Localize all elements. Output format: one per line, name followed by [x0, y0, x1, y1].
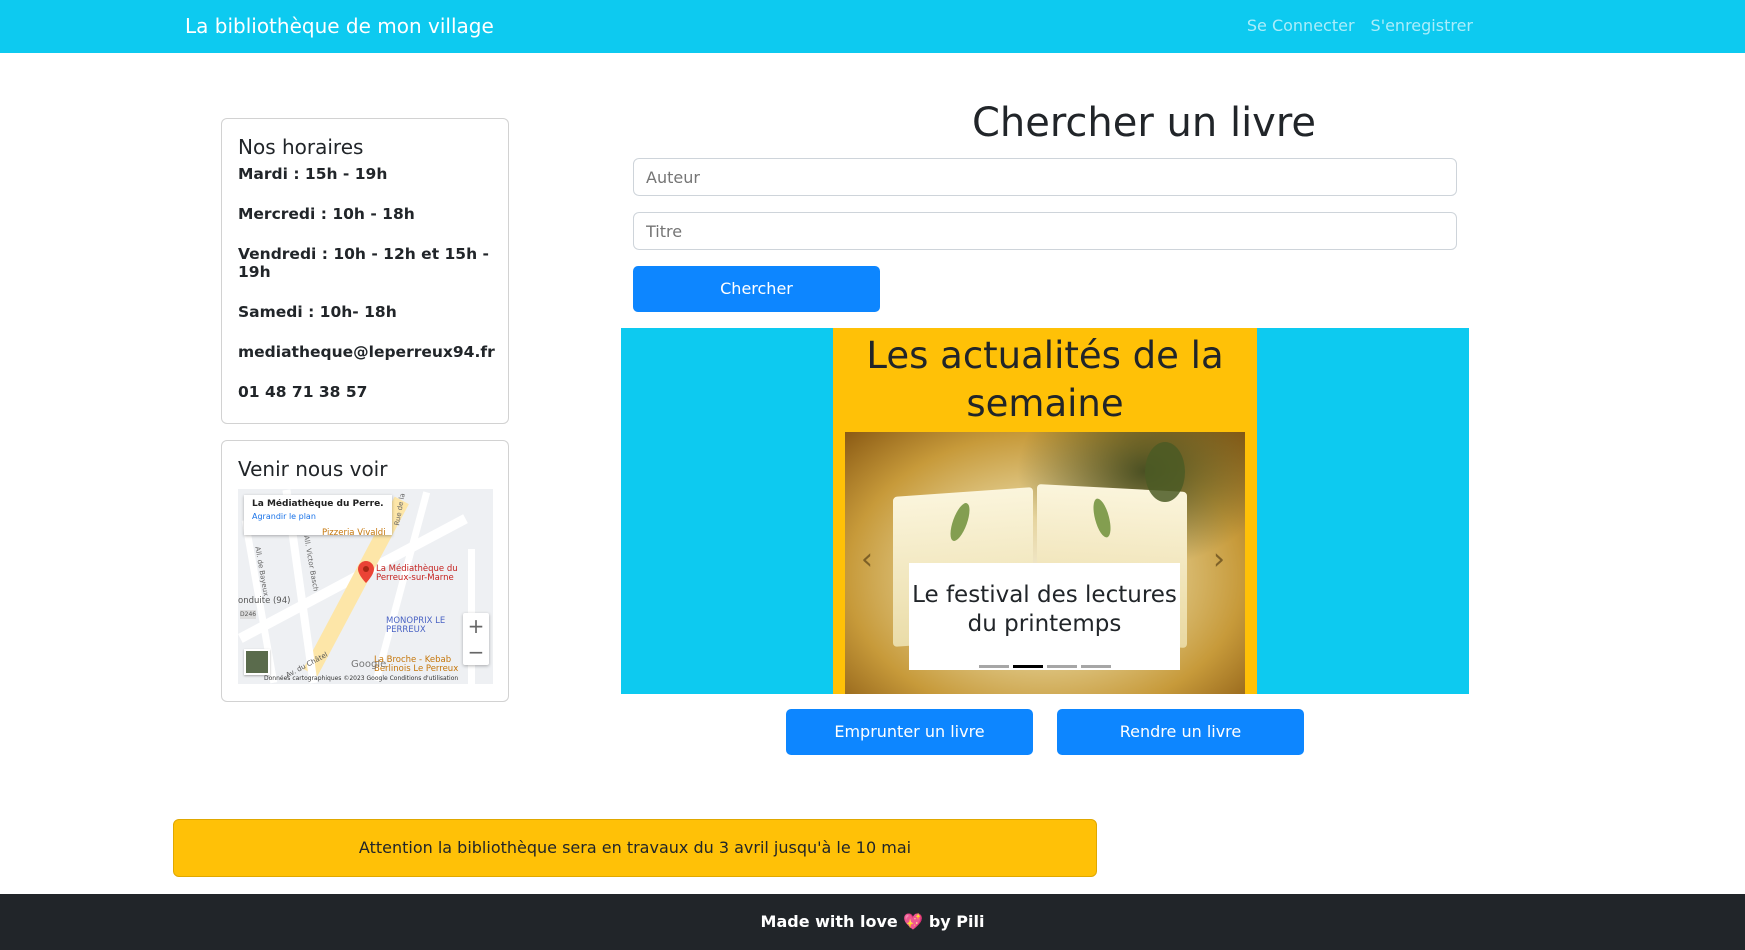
borrow-book-button[interactable]: Emprunter un livre [786, 709, 1033, 755]
carousel-indicator[interactable] [1080, 665, 1111, 668]
contact-phone: 01 48 71 38 57 [238, 383, 368, 401]
page-footer: Made with love 💖 by Pili [0, 894, 1745, 950]
map-attribution: Données cartographiques ©2023 Google Con… [264, 675, 459, 682]
map-enlarge-link[interactable]: Agrandir le plan [252, 512, 384, 521]
heart-icon: 💖 [903, 912, 924, 931]
carousel-indicator[interactable] [1012, 665, 1043, 668]
visit-title: Venir nous voir [238, 457, 388, 481]
carousel-indicator[interactable] [1046, 665, 1077, 668]
return-book-button[interactable]: Rendre un livre [1057, 709, 1304, 755]
login-link[interactable]: Se Connecter [1247, 16, 1355, 35]
hours-wednesday: Mercredi : 10h - 18h [238, 205, 415, 223]
top-navbar: La bibliothèque de mon village Se Connec… [0, 0, 1745, 53]
search-button[interactable]: Chercher [633, 266, 880, 312]
navbar-brand[interactable]: La bibliothèque de mon village [185, 14, 494, 38]
zoom-in-button[interactable]: + [463, 613, 489, 639]
map-label-mediatheque: La Médiathèque du Perreux-sur-Marne [376, 564, 458, 583]
contact-email: mediatheque@leperreux94.fr [238, 343, 495, 361]
map-label-broche: La Broche - Kebab Berlinois Le Perreux [374, 655, 459, 674]
hours-list: Mardi : 15h - 19h Mercredi : 10h - 18h V… [238, 165, 495, 401]
map-label-all-victor: All. Victor Basch [301, 534, 320, 593]
news-section: Les actualités de la semaine ‹ › Le fest… [621, 328, 1469, 694]
plant-decoration [1145, 442, 1185, 502]
map-label-pizzeria: Pizzeria Vivaldi [322, 528, 386, 538]
map-satellite-toggle[interactable] [244, 649, 270, 675]
footer-text-after: by Pili [923, 912, 985, 931]
hours-friday: Vendredi : 10h - 12h et 15h - 19h [238, 245, 489, 281]
map-label-conduite: onduite (94) [238, 596, 291, 606]
hours-tuesday: Mardi : 15h - 19h [238, 165, 388, 183]
carousel-prev-icon[interactable]: ‹ [861, 542, 873, 577]
hours-saturday: Samedi : 10h- 18h [238, 303, 397, 321]
slide-caption-title: Le festival des lectures du printemps [912, 582, 1177, 637]
news-carousel[interactable]: ‹ › Le festival des lectures du printemp… [845, 432, 1245, 694]
works-alert: Attention la bibliothèque sera en travau… [173, 819, 1097, 877]
map-place-name: La Médiathèque du Perre... [252, 499, 384, 509]
footer-text-before: Made with love [760, 912, 904, 931]
carousel-indicators [909, 665, 1180, 668]
title-input[interactable] [633, 212, 1457, 250]
map-pin-icon[interactable] [358, 561, 374, 583]
register-link[interactable]: S'enregistrer [1371, 16, 1473, 35]
carousel-indicator[interactable] [978, 665, 1009, 668]
map-zoom-control: + − [463, 613, 489, 665]
navbar-links: Se Connecter S'enregistrer [1247, 16, 1473, 35]
embedded-map[interactable]: La Médiathèque du Perre... Agrandir le p… [238, 489, 493, 684]
search-title: Chercher un livre [971, 100, 1317, 146]
news-panel: Les actualités de la semaine ‹ › Le fest… [833, 328, 1257, 694]
visit-card: Venir nous voir La Médiathèque du Perre.… [221, 440, 509, 702]
map-label-monoprix: MONOPRIX LE PERREUX [386, 616, 446, 635]
map-label-d246: D246 [240, 610, 257, 619]
slide-caption: Le festival des lectures du printemps [909, 563, 1180, 670]
author-input[interactable] [633, 158, 1457, 196]
news-title: Les actualités de la semaine [866, 334, 1224, 425]
carousel-next-icon[interactable]: › [1213, 542, 1225, 577]
hours-title: Nos horaires [238, 135, 364, 159]
google-logo: Google [351, 659, 387, 670]
hours-card: Nos horaires Mardi : 15h - 19h Mercredi … [221, 118, 509, 424]
zoom-out-button[interactable]: − [463, 639, 489, 665]
